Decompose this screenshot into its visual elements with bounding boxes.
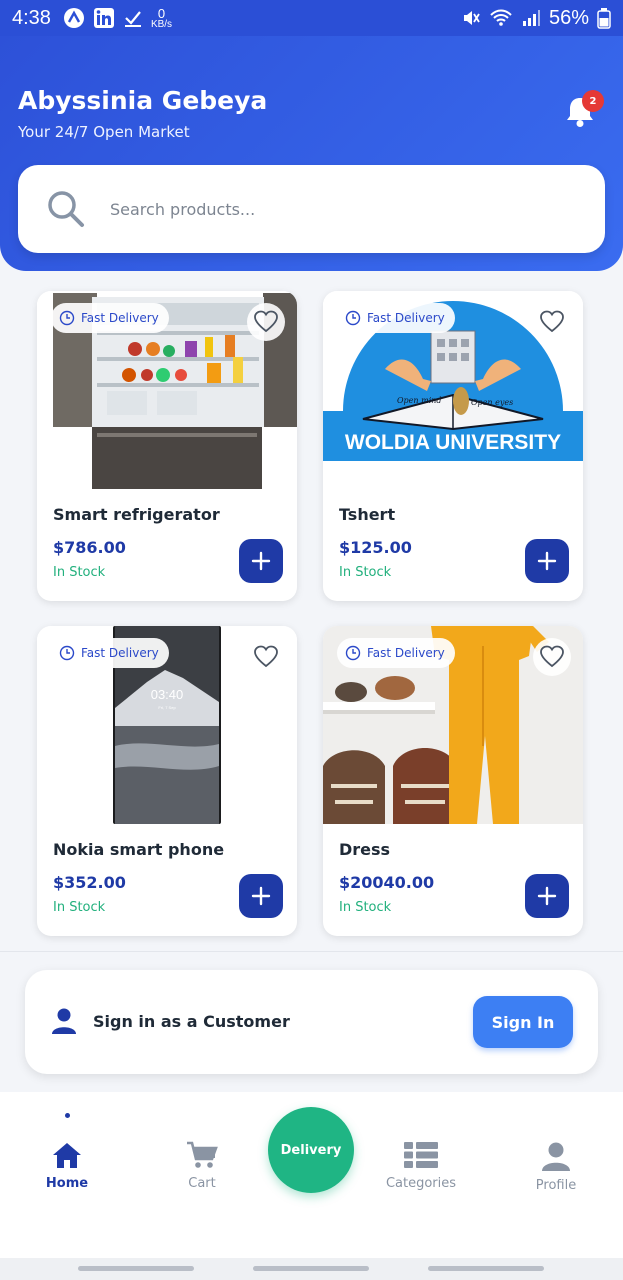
user-icon	[49, 1006, 79, 1036]
nav-profile-label: Profile	[535, 1178, 577, 1193]
add-to-cart-button[interactable]	[239, 539, 283, 583]
battery-icon	[597, 7, 611, 29]
signin-card: Sign in as a Customer Sign In	[25, 970, 598, 1074]
stock-status: In Stock	[53, 565, 106, 580]
product-name[interactable]: Dress	[339, 840, 390, 859]
university-banner-text: WOLDIA UNIVERSITY	[345, 431, 561, 454]
app-subtitle: Your 24/7 Open Market	[18, 123, 190, 141]
product-card[interactable]: Fast Delivery Dress $20040.00 In Stock	[323, 626, 583, 936]
nav-home-label: Home	[45, 1176, 89, 1191]
favorite-heart-icon[interactable]	[533, 638, 571, 676]
system-back-handle[interactable]	[428, 1266, 544, 1271]
phone-screen-date: Fri, 7 Sep	[158, 705, 176, 710]
app-a-icon	[63, 7, 85, 29]
product-card[interactable]: Open mind Open eyes WOLDIA UNIVERSITY Fa…	[323, 291, 583, 601]
nav-profile[interactable]: Profile	[511, 1140, 601, 1193]
fast-delivery-label: Fast Delivery	[367, 311, 445, 325]
product-name[interactable]: Smart refrigerator	[53, 505, 220, 524]
nav-cart[interactable]: Cart	[157, 1140, 247, 1191]
plus-icon	[537, 886, 557, 906]
nav-categories-label: Categories	[385, 1176, 457, 1191]
fast-delivery-label: Fast Delivery	[81, 311, 159, 325]
signal-icon	[521, 8, 541, 28]
product-price: $125.00	[339, 538, 412, 557]
system-home-handle[interactable]	[253, 1266, 369, 1271]
profile-icon	[542, 1142, 570, 1171]
product-price: $352.00	[53, 873, 126, 892]
nav-home[interactable]: Home	[22, 1140, 112, 1191]
product-price: $786.00	[53, 538, 126, 557]
status-time: 4:38	[12, 6, 51, 29]
linkedin-icon	[93, 7, 115, 29]
fast-delivery-badge: Fast Delivery	[51, 303, 169, 333]
signin-label: Sign in as a Customer	[93, 1012, 290, 1031]
stock-status: In Stock	[339, 565, 392, 580]
fast-delivery-badge: Fast Delivery	[337, 638, 455, 668]
plus-icon	[537, 551, 557, 571]
plus-icon	[251, 886, 271, 906]
notification-badge: 2	[582, 90, 604, 112]
product-price: $20040.00	[339, 873, 435, 892]
delivery-label: Delivery	[280, 1142, 342, 1158]
stock-status: In Stock	[53, 900, 106, 915]
book-motto-left: Open mind	[397, 396, 442, 405]
search-icon	[44, 187, 88, 231]
search-bar[interactable]	[18, 165, 605, 253]
product-name[interactable]: Tshert	[339, 505, 395, 524]
fast-delivery-label: Fast Delivery	[367, 646, 445, 660]
clock-icon	[59, 645, 75, 661]
app-title: Abyssinia Gebeya	[18, 86, 268, 115]
status-bar: 4:38 0 KB/s 56%	[0, 0, 623, 36]
mute-icon	[461, 8, 481, 28]
add-to-cart-button[interactable]	[525, 539, 569, 583]
cart-icon	[187, 1141, 218, 1168]
favorite-heart-icon[interactable]	[533, 303, 571, 341]
section-divider	[0, 951, 623, 952]
delivery-button[interactable]: Delivery	[268, 1107, 354, 1193]
fast-delivery-badge: Fast Delivery	[51, 638, 169, 668]
data-rate-unit: KB/s	[150, 18, 173, 30]
favorite-heart-icon[interactable]	[247, 303, 285, 341]
clock-icon	[345, 645, 361, 661]
nav-categories[interactable]: Categories	[376, 1140, 466, 1191]
favorite-heart-icon[interactable]	[247, 638, 285, 676]
fast-delivery-badge: Fast Delivery	[337, 303, 455, 333]
add-to-cart-button[interactable]	[525, 874, 569, 918]
home-icon	[53, 1143, 81, 1168]
wifi-icon	[489, 8, 513, 28]
add-to-cart-button[interactable]	[239, 874, 283, 918]
download-check-icon	[123, 8, 143, 28]
stock-status: In Stock	[339, 900, 392, 915]
search-input[interactable]	[110, 199, 530, 219]
sign-in-button[interactable]: Sign In	[473, 996, 573, 1048]
data-rate: 0 KB/s	[151, 7, 172, 30]
clock-icon	[345, 310, 361, 326]
app-header: Abyssinia Gebeya Your 24/7 Open Market 2	[0, 36, 623, 271]
phone-screen-time: 03:40	[151, 687, 184, 702]
clock-icon	[59, 310, 75, 326]
active-indicator-dot	[65, 1113, 70, 1118]
product-card[interactable]: 03:40 Fri, 7 Sep Fast Delivery Nokia sma…	[37, 626, 297, 936]
system-recents-handle[interactable]	[78, 1266, 194, 1271]
categories-list-icon	[404, 1142, 438, 1168]
battery-percent: 56%	[548, 6, 589, 29]
nav-cart-label: Cart	[188, 1176, 216, 1191]
book-motto-right: Open eyes	[471, 398, 513, 407]
plus-icon	[251, 551, 271, 571]
fast-delivery-label: Fast Delivery	[81, 646, 159, 660]
product-name[interactable]: Nokia smart phone	[53, 840, 224, 859]
product-card[interactable]: Fast Delivery Smart refrigerator $786.00…	[37, 291, 297, 601]
